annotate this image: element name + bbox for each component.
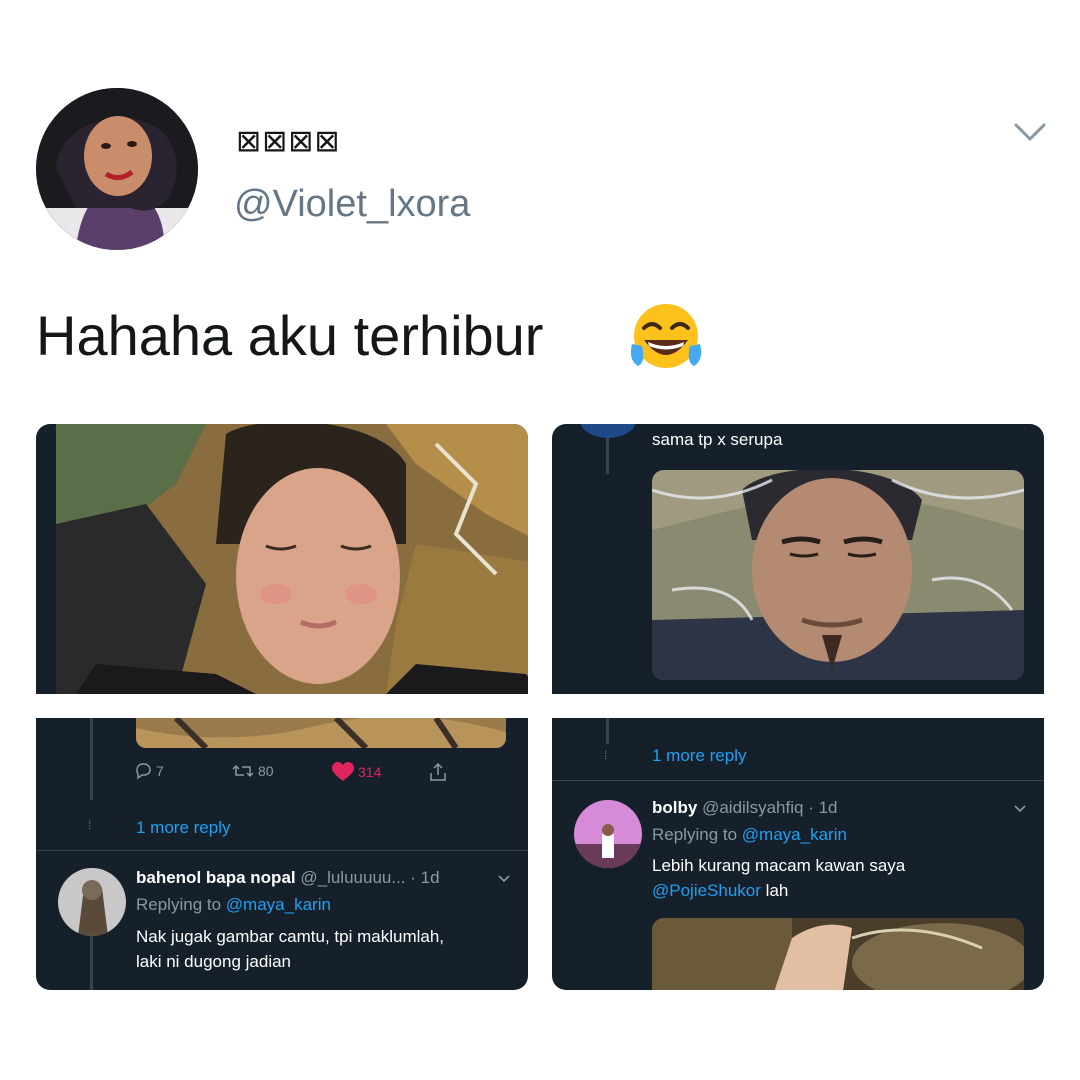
man-in-water-photo[interactable] [652, 470, 1024, 680]
reply-avatar[interactable] [58, 868, 126, 936]
like-action[interactable]: 314 [332, 762, 381, 782]
tweet-actions: 7 80 314 [134, 762, 464, 786]
share-action[interactable] [428, 762, 448, 782]
reply-header: bolby @aidilsyahfiq · 1d [652, 798, 837, 818]
screenshot-panel-bottom-right: ⁞ 1 more reply bolby @aidilsyahfiq · 1d … [552, 718, 1044, 990]
reply-action[interactable]: 7 [134, 762, 164, 780]
retweet-icon [232, 764, 254, 778]
more-reply-link[interactable]: 1 more reply [136, 818, 230, 838]
reply-author-handle[interactable]: @aidilsyahfiq [702, 798, 803, 817]
profile-avatar[interactable] [36, 88, 198, 250]
replying-to: Replying to @maya_karin [652, 825, 847, 845]
screenshot-panel-bottom-left: 7 80 314 ⁞ 1 more reply bahenol bapa nop… [36, 718, 528, 990]
retweet-action[interactable]: 80 [232, 762, 274, 780]
thread-dots: ⁞ [604, 748, 608, 762]
reply-time: · 1d [410, 868, 440, 887]
reply-text-line: Lebih kurang macam kawan saya [652, 856, 906, 875]
reply-text-line: @PojieShukor lah [652, 878, 1032, 903]
user-handle[interactable]: @Violet_lxora [234, 180, 470, 228]
reply-count: 7 [156, 763, 164, 779]
reply-text-suffix: lah [765, 881, 789, 900]
woman-in-water-photo [56, 424, 528, 694]
face-with-tears-of-joy-icon [630, 304, 702, 368]
reply-header: bahenol bapa nopal @_luluuuuu... · 1d [136, 868, 440, 888]
more-reply-link[interactable]: 1 more reply [652, 746, 746, 766]
reply-text: sama tp x serupa [652, 430, 783, 449]
replying-to: Replying to @maya_karin [136, 895, 331, 915]
like-count: 314 [358, 764, 382, 780]
screenshot-panel-top-left [36, 424, 528, 694]
reply-attached-photo[interactable] [652, 918, 1024, 990]
replying-to-mention[interactable]: @maya_karin [742, 825, 847, 844]
reply-time: · 1d [808, 798, 838, 817]
mention-link[interactable]: @PojieShukor [652, 881, 761, 900]
reply-text: Nak jugak gambar camtu, tpi maklumlah, l… [136, 924, 516, 974]
heart-icon [332, 762, 354, 781]
screenshot-panel-top-right: sama tp x serupa [552, 424, 1044, 694]
reply-author-name[interactable]: bahenol bapa nopal [136, 868, 296, 887]
share-icon [430, 762, 446, 781]
reply-text-line: laki ni dugong jadian [136, 952, 292, 971]
thread-line [90, 936, 93, 990]
tweet-text: Hahaha aku terhibur [36, 304, 544, 367]
replying-to-prefix: Replying to [136, 895, 222, 914]
thread-line [90, 718, 93, 800]
reply-icon [136, 763, 151, 780]
replying-to-prefix: Replying to [652, 825, 738, 844]
thread-dots: ⁞ [88, 818, 92, 832]
photo-bottom-strip[interactable] [136, 718, 506, 748]
reply-avatar [580, 424, 636, 438]
retweet-count: 80 [258, 763, 274, 779]
chevron-down-icon[interactable] [496, 870, 512, 886]
reply-author-name[interactable]: bolby [652, 798, 697, 817]
display-name[interactable]: ⊠⊠⊠⊠ [236, 122, 341, 162]
reply-author-handle[interactable]: @_luluuuuu... [300, 868, 405, 887]
divider [552, 780, 1044, 781]
chevron-down-icon[interactable] [1012, 800, 1028, 816]
reply-text-line: Nak jugak gambar camtu, tpi maklumlah, [136, 927, 445, 946]
reply-text: Lebih kurang macam kawan saya @PojieShuk… [652, 853, 1032, 903]
reply-avatar[interactable] [574, 800, 642, 868]
avatar-photo [36, 88, 198, 250]
thread-line [606, 718, 609, 744]
replying-to-mention[interactable]: @maya_karin [226, 895, 331, 914]
divider [36, 850, 528, 851]
chevron-down-icon[interactable] [1010, 112, 1050, 152]
